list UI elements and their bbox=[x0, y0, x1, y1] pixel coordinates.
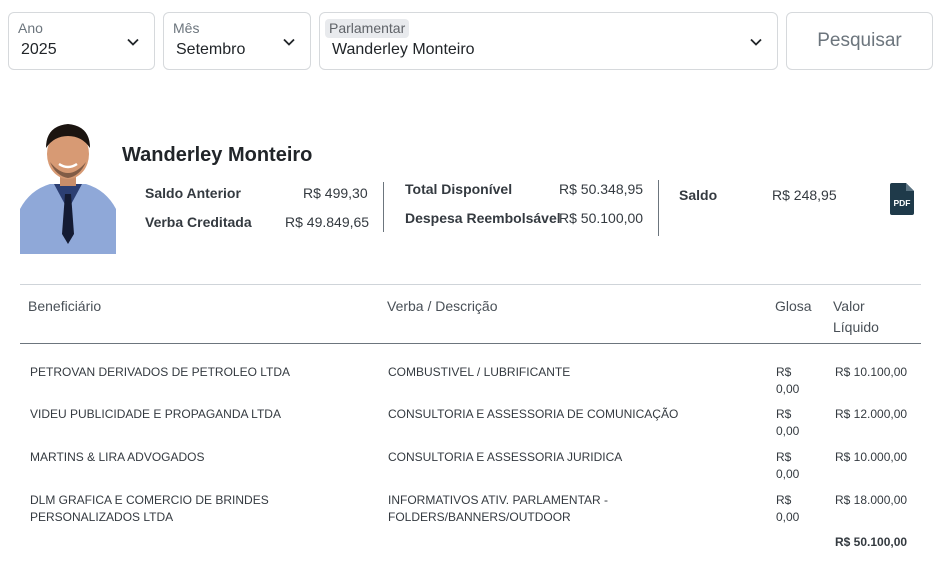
month-label: Mês bbox=[173, 20, 200, 36]
cell-glosa: R$ 0,00 bbox=[776, 365, 800, 396]
col-header-valor: Valor Líquido bbox=[833, 298, 879, 335]
cell-glosa: R$ 0,00 bbox=[776, 407, 800, 438]
reimbursable-expense-value: R$ 50.100,00 bbox=[559, 210, 644, 226]
cell-beneficiary: VIDEU PUBLICIDADE E PROPAGANDA LTDA bbox=[30, 407, 281, 421]
chevron-down-icon bbox=[127, 38, 139, 46]
balance-value: R$ 248,95 bbox=[772, 187, 837, 203]
cell-beneficiary: DLM GRAFICA E COMERCIO DE BRINDES PERSON… bbox=[30, 493, 269, 524]
cell-beneficiary: MARTINS & LIRA ADVOGADOS bbox=[30, 450, 205, 464]
svg-text:PDF: PDF bbox=[894, 198, 911, 208]
reimbursable-expense: Despesa Reembolsável R$ 50.100,00 bbox=[405, 210, 643, 226]
total-available-value: R$ 50.348,95 bbox=[559, 181, 644, 197]
balance-label: Saldo bbox=[679, 187, 718, 203]
cell-valor: R$ 10.100,00 bbox=[835, 365, 908, 379]
cell-valor: R$ 18.000,00 bbox=[835, 493, 908, 507]
total-available: Total Disponível R$ 50.348,95 bbox=[405, 181, 643, 197]
reimbursable-expense-label: Despesa Reembolsável bbox=[405, 210, 561, 226]
parliamentarian-label: Parlamentar bbox=[325, 19, 410, 38]
file-pdf-icon[interactable]: PDF bbox=[890, 183, 914, 215]
year-select[interactable]: Ano 2025 bbox=[8, 12, 155, 70]
table-total: R$ 50.100,00 bbox=[835, 535, 908, 549]
cell-verba: INFORMATIVOS ATIV. PARLAMENTAR - FOLDERS… bbox=[388, 493, 609, 524]
month-select[interactable]: Mês Setembro bbox=[163, 12, 311, 70]
year-label: Ano bbox=[18, 20, 43, 36]
balance: Saldo R$ 248,95 bbox=[679, 187, 837, 203]
divider bbox=[658, 180, 659, 236]
parliamentarian-name: Wanderley Monteiro bbox=[122, 144, 313, 166]
previous-balance-label: Saldo Anterior bbox=[145, 185, 241, 201]
cell-beneficiary: PETROVAN DERIVADOS DE PETROLEO LTDA bbox=[30, 365, 291, 379]
divider bbox=[383, 182, 384, 232]
total-available-label: Total Disponível bbox=[405, 181, 513, 197]
cell-valor: R$ 10.000,00 bbox=[835, 450, 908, 464]
credited-funds-label: Verba Creditada bbox=[145, 214, 252, 230]
table-header-rule bbox=[20, 343, 921, 344]
year-value: 2025 bbox=[21, 41, 57, 58]
col-header-glosa: Glosa bbox=[775, 298, 812, 314]
previous-balance-value: R$ 499,30 bbox=[303, 185, 368, 201]
avatar bbox=[20, 114, 116, 254]
credited-funds-value: R$ 49.849,65 bbox=[285, 214, 370, 230]
cell-verba: COMBUSTIVEL / LUBRIFICANTE bbox=[388, 365, 571, 379]
parliamentarian-value: Wanderley Monteiro bbox=[332, 41, 475, 58]
table-top-rule bbox=[20, 284, 921, 285]
parliamentarian-select[interactable]: Parlamentar Wanderley Monteiro bbox=[319, 12, 778, 70]
cell-verba: CONSULTORIA E ASSESSORIA JURIDICA bbox=[388, 450, 623, 464]
chevron-down-icon bbox=[283, 38, 295, 46]
cell-verba: CONSULTORIA E ASSESSORIA DE COMUNICAÇÃO bbox=[388, 407, 679, 421]
col-header-beneficiary: Beneficiário bbox=[28, 298, 102, 314]
col-header-verba: Verba / Descrição bbox=[387, 298, 498, 314]
cell-glosa: R$ 0,00 bbox=[776, 493, 800, 524]
cell-valor: R$ 12.000,00 bbox=[835, 407, 908, 421]
search-button[interactable]: Pesquisar bbox=[786, 12, 933, 70]
credited-funds: Verba Creditada R$ 49.849,65 bbox=[145, 214, 369, 230]
previous-balance: Saldo Anterior R$ 499,30 bbox=[145, 185, 368, 201]
month-value: Setembro bbox=[176, 41, 246, 58]
chevron-down-icon bbox=[750, 38, 762, 46]
cell-glosa: R$ 0,00 bbox=[776, 450, 800, 481]
